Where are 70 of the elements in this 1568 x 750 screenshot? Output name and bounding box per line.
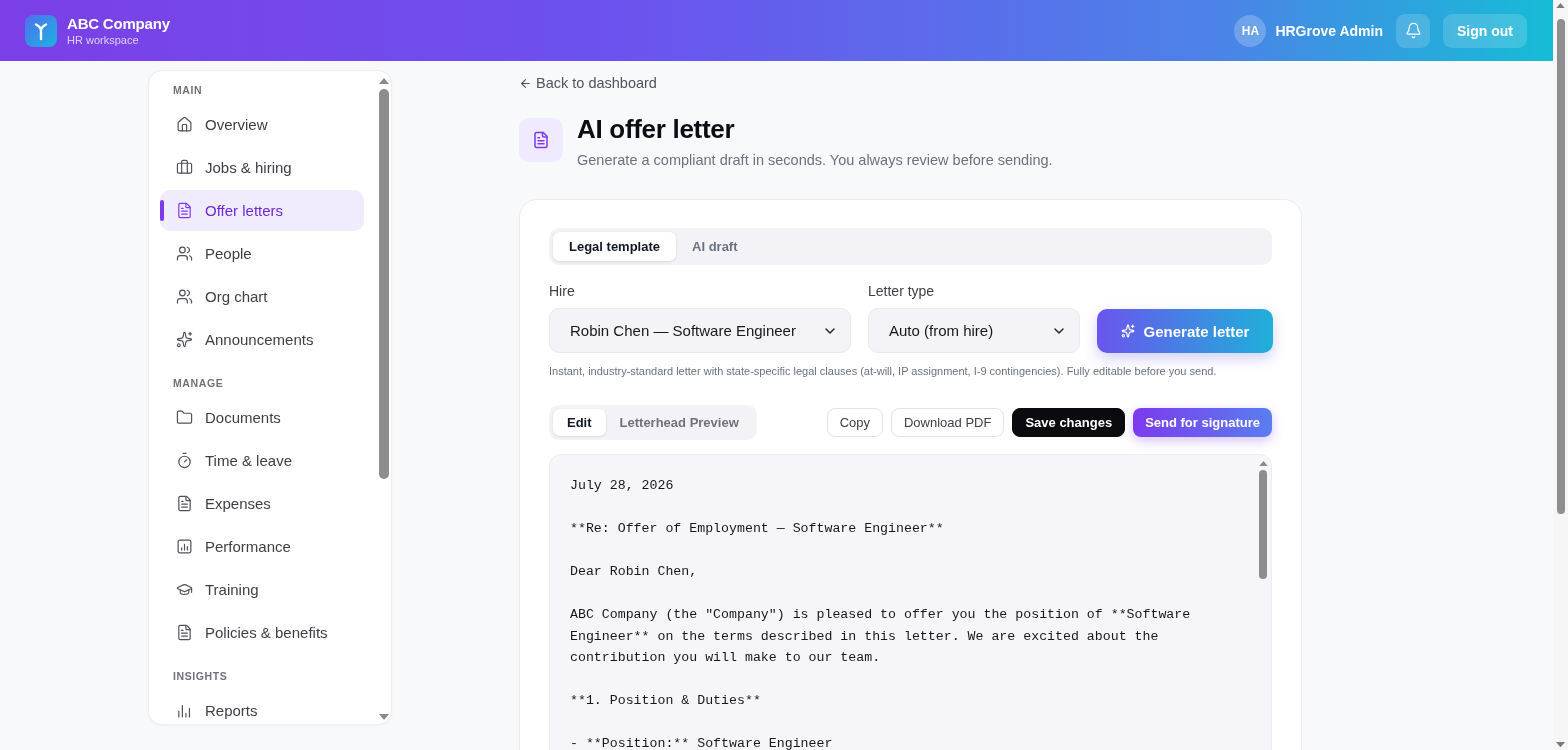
sidebar-item[interactable]: Offer letters xyxy=(160,190,364,231)
view-tab[interactable]: Edit xyxy=(553,409,606,436)
letter-paragraph: ABC Company (the "Company") is pleased to offer you the position of **Software Engineer** on the terms described in this letter. We are excited about the contribution you will make to our team. xyxy=(570,606,1192,667)
scrollbar-thumb[interactable] xyxy=(1556,19,1565,515)
stopwatch-icon xyxy=(176,452,193,469)
graduation-cap-icon xyxy=(176,581,193,598)
help-text: Instant, industry-standard letter with state-specific legal clauses (at-will, IP assignment, I-9 contingencies). Fully editable before you send. xyxy=(549,364,1218,379)
scroll-down-icon[interactable] xyxy=(1556,741,1565,747)
sparkle-icon xyxy=(1120,324,1135,338)
letter-paragraph: Dear Robin Chen, xyxy=(570,563,699,581)
sidebar-item[interactable]: Performance xyxy=(160,526,364,567)
folder-icon xyxy=(176,409,193,426)
sidebar-item[interactable]: Time & leave xyxy=(160,440,364,481)
document-icon xyxy=(176,202,193,219)
people-icon xyxy=(176,288,193,305)
letter-paragraph: **1. Position & Duties** xyxy=(570,692,762,710)
bar-chart-icon xyxy=(176,702,193,719)
hire-select[interactable]: Robin Chen — Software Engineer xyxy=(549,308,851,353)
sparkle-icon xyxy=(176,331,193,348)
chart-icon xyxy=(176,538,193,555)
nav-section-label: INSIGHTS xyxy=(173,669,228,683)
copy-button[interactable]: Copy xyxy=(826,408,883,437)
scrollbar-thumb[interactable] xyxy=(1259,470,1267,580)
document-icon xyxy=(176,495,193,512)
nav-section-label: MANAGE xyxy=(173,376,224,390)
scroll-up-icon[interactable] xyxy=(378,78,389,84)
letter-paragraph: **Re: Offer of Employment — Software Engineer** xyxy=(570,520,945,538)
sidebar-item[interactable]: Expenses xyxy=(160,483,364,524)
document-icon xyxy=(176,624,193,641)
page-title: AI offer letter xyxy=(577,114,736,144)
sidebar-item[interactable]: Reports xyxy=(160,690,364,724)
mode-tab[interactable]: AI draft xyxy=(676,232,754,261)
workspace-label: HR workspace xyxy=(67,32,140,47)
scrollbar-thumb[interactable] xyxy=(378,89,389,479)
field-label: Letter type xyxy=(868,282,935,300)
back-link[interactable]: Back to dashboard xyxy=(519,74,657,92)
letter-paragraph: July 28, 2026 xyxy=(570,477,675,495)
sidebar-item[interactable]: Policies & benefits xyxy=(160,612,364,653)
sidebar-item[interactable]: Overview xyxy=(160,104,364,145)
page-subtitle: Generate a compliant draft in seconds. You always review before sending. xyxy=(577,151,1053,169)
nav-section-label: MAIN xyxy=(173,83,203,97)
sidebar-item[interactable]: Announcements xyxy=(160,319,364,360)
scroll-down-icon[interactable] xyxy=(378,714,389,720)
sidebar-item[interactable]: Training xyxy=(160,569,364,610)
branch-logo-icon xyxy=(25,14,57,47)
sidebar-item[interactable]: Org chart xyxy=(160,276,364,317)
document-icon xyxy=(519,118,563,162)
briefcase-icon xyxy=(176,159,193,176)
save-changes-button[interactable]: Save changes xyxy=(1012,408,1126,437)
sidebar-item[interactable]: Documents xyxy=(160,397,364,438)
company-name: ABC Company xyxy=(67,14,170,33)
house-icon xyxy=(176,116,193,133)
user-name: HRGrove Admin xyxy=(1275,22,1383,39)
mode-tab[interactable]: Legal template xyxy=(553,232,677,261)
notifications-button[interactable] xyxy=(1396,13,1430,48)
arrow-left-icon xyxy=(519,76,532,90)
people-icon xyxy=(176,245,193,262)
view-tab[interactable]: Letterhead Preview xyxy=(605,409,753,436)
download-pdf-button[interactable]: Download PDF xyxy=(891,408,1005,437)
generate-letter-button[interactable]: Generate letter xyxy=(1097,309,1273,353)
letter-editor[interactable] xyxy=(549,454,1272,750)
scroll-up-icon[interactable] xyxy=(1258,461,1268,467)
sidebar-item[interactable]: Jobs & hiring xyxy=(160,147,364,188)
scroll-up-icon[interactable] xyxy=(1556,3,1565,9)
letter-type-select[interactable]: Auto (from hire) xyxy=(868,308,1080,353)
send-for-signature-button[interactable]: Send for signature xyxy=(1133,408,1272,437)
letter-paragraph: - **Position:** Software Engineer xyxy=(570,735,834,750)
bell-icon xyxy=(1404,22,1422,39)
field-label: Hire xyxy=(549,282,575,300)
sidebar-item[interactable]: People xyxy=(160,233,364,274)
